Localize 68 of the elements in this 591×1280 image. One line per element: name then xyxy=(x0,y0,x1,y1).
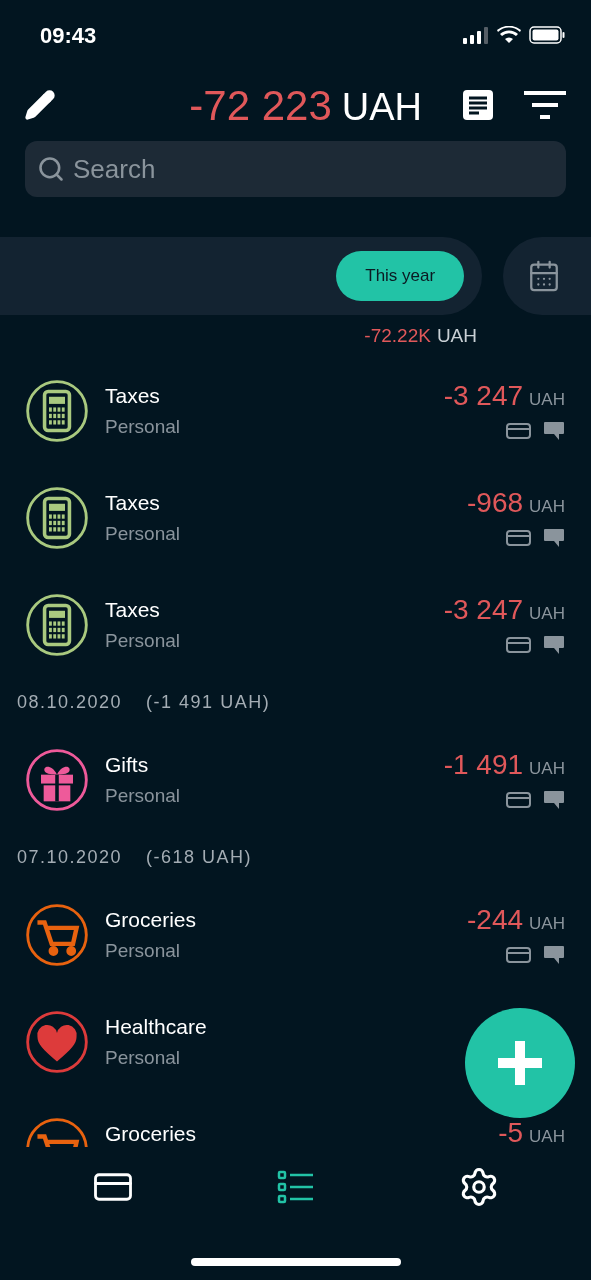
currency-label: UAH xyxy=(529,496,565,519)
status-time: 09:43 xyxy=(40,21,97,50)
edit-button[interactable] xyxy=(24,89,56,121)
account-label: Personal xyxy=(105,783,180,808)
calendar-button[interactable] xyxy=(503,237,591,315)
filter-button[interactable] xyxy=(524,91,566,119)
transaction-amount: -3 247 xyxy=(443,594,524,627)
balance-amount: -72 223 xyxy=(189,80,332,131)
transaction-amount: -5 xyxy=(498,1117,524,1147)
date-total: (-1 491 UAH) xyxy=(146,690,271,714)
currency-label: UAH xyxy=(529,1126,565,1147)
calculator-icon xyxy=(25,485,89,550)
transaction-amount: -3 247 xyxy=(443,380,524,413)
transaction-row[interactable]: Healthcare Personal xyxy=(0,988,591,1095)
transaction-amount: -244 xyxy=(467,904,524,937)
calculator-icon xyxy=(25,592,89,657)
search-icon xyxy=(37,155,65,183)
category-title: Gifts xyxy=(105,751,149,778)
period-total: -72.22K xyxy=(364,323,431,348)
card-icon xyxy=(506,946,531,963)
card-icon xyxy=(506,791,531,808)
transaction-row[interactable]: Gifts Personal -1 491 UAH xyxy=(0,726,591,833)
plus-icon xyxy=(496,1039,544,1087)
category-title: Taxes xyxy=(105,382,160,409)
comment-icon xyxy=(543,420,565,441)
gift-icon xyxy=(25,747,89,812)
transaction-amount: -968 xyxy=(467,487,524,520)
category-title: Healthcare xyxy=(105,1013,207,1040)
category-title: Groceries xyxy=(105,1120,197,1147)
currency-label: UAH xyxy=(529,913,565,936)
calculator-icon xyxy=(25,378,89,443)
category-title: Taxes xyxy=(105,596,160,623)
currency-label: UAH xyxy=(529,389,565,412)
transaction-row[interactable]: Taxes Personal -3 247 UAH xyxy=(0,357,591,464)
transaction-row[interactable]: Groceries -5 UAH xyxy=(0,1095,591,1147)
comment-icon xyxy=(543,789,565,810)
search-field[interactable]: Search xyxy=(25,141,566,197)
report-button[interactable] xyxy=(462,89,494,121)
card-icon xyxy=(506,529,531,546)
account-label: Personal xyxy=(105,414,180,439)
period-chip[interactable]: This year xyxy=(336,251,465,301)
category-title: Taxes xyxy=(105,489,160,516)
date-header: 07.10.2020 xyxy=(17,845,123,869)
battery-icon xyxy=(529,26,565,44)
date-header: 08.10.2020 xyxy=(17,690,123,714)
period-currency: UAH xyxy=(436,323,477,348)
account-label: Personal xyxy=(105,628,180,653)
currency-label: UAH xyxy=(529,603,565,626)
card-icon xyxy=(506,422,531,439)
signal-icon xyxy=(463,26,489,44)
account-label: Personal xyxy=(105,938,180,963)
card-icon xyxy=(506,636,531,653)
transaction-row[interactable]: Taxes Personal -3 247 UAH xyxy=(0,571,591,678)
comment-icon xyxy=(543,527,565,548)
wifi-icon xyxy=(497,26,521,44)
date-total: (-618 UAH) xyxy=(146,845,253,869)
balance-currency: UAH xyxy=(341,84,422,130)
account-label: Personal xyxy=(105,1045,180,1070)
comment-icon xyxy=(543,634,565,655)
cart-icon xyxy=(25,902,89,967)
account-label: Personal xyxy=(105,521,180,546)
transactions-tab[interactable] xyxy=(276,1170,315,1204)
comment-icon xyxy=(543,944,565,965)
currency-label: UAH xyxy=(529,758,565,781)
category-title: Groceries xyxy=(105,906,197,933)
transaction-row[interactable]: Taxes Personal -968 UAH xyxy=(0,464,591,571)
transaction-row[interactable]: Groceries Personal -244 UAH xyxy=(0,881,591,988)
transaction-amount: -1 491 xyxy=(443,749,524,782)
